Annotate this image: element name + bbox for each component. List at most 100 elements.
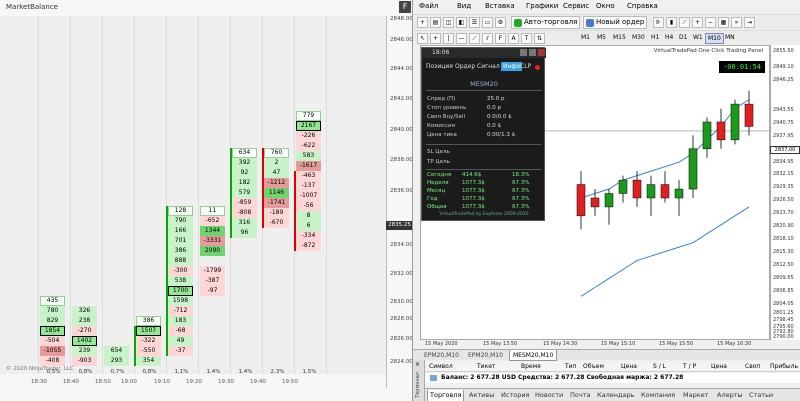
footprint-cell: 579: [232, 188, 257, 198]
tab-mailbox[interactable]: Почта: [568, 390, 592, 401]
balance-row: Баланс: 2 677.28 USD Средства: 2 677.28 …: [425, 373, 800, 383]
navigator-icon[interactable]: ☰: [469, 17, 480, 28]
tab-news[interactable]: Новости: [533, 390, 565, 401]
footprint-cell: -300: [168, 266, 193, 276]
close-icon[interactable]: [538, 49, 545, 56]
column-header[interactable]: Тип: [565, 362, 577, 372]
timeframe-m30[interactable]: M30: [630, 33, 647, 42]
column-header[interactable]: S / L: [653, 362, 666, 372]
tab-signal[interactable]: Сигнал: [475, 62, 502, 71]
tile-windows-icon[interactable]: ▦: [718, 17, 729, 28]
tab-position[interactable]: Позиция: [424, 62, 455, 71]
column-header[interactable]: Тикет: [477, 362, 495, 372]
timeframe-m5[interactable]: M5: [595, 33, 608, 42]
tab-market[interactable]: Маркет: [681, 390, 710, 401]
timeframe-d1[interactable]: D1: [677, 33, 689, 42]
menu-tools[interactable]: Сервис: [563, 2, 589, 10]
timeframe-m15[interactable]: M15: [611, 33, 628, 42]
autotrading-button[interactable]: Авто-торговля: [511, 16, 581, 29]
chart-tabs: EPM20,M10 EPM20,M10 MESM20,M10: [413, 349, 800, 361]
candlestick-icon[interactable]: ▮: [666, 17, 677, 28]
price-axis[interactable]: 2848.00 2846.00 2844.00 2842.00 2840.00 …: [386, 16, 413, 388]
market-watch-icon[interactable]: ◫: [443, 17, 454, 28]
chart-shift-icon[interactable]: ⇥: [744, 17, 755, 28]
footprint-cell: 1700: [168, 286, 193, 296]
chart-tab[interactable]: EPM20,M10: [465, 350, 506, 361]
column-header[interactable]: Своп: [745, 362, 760, 372]
menu-window[interactable]: Окно: [596, 2, 615, 10]
menu-view[interactable]: Вид: [457, 2, 471, 10]
tab-clp[interactable]: CLP: [518, 62, 533, 71]
menu-file[interactable]: Файл: [419, 2, 438, 10]
autoscroll-icon[interactable]: »: [731, 17, 742, 28]
zoom-out-icon[interactable]: −: [705, 17, 716, 28]
price-label: 2840.00: [390, 127, 413, 133]
volume-percent: 0,8%: [142, 369, 157, 375]
column-header[interactable]: Объем: [583, 362, 604, 372]
footprint-chart[interactable]: 435 780 829 1854 -504 -1055 -408 326 238…: [0, 16, 386, 374]
tab-calendar[interactable]: Календарь: [595, 390, 636, 401]
bullish-candle: [674, 188, 684, 199]
label-icon[interactable]: T: [521, 33, 532, 44]
settings-icon[interactable]: [529, 49, 536, 56]
tab-exposure[interactable]: Активы: [467, 390, 496, 401]
menu-charts[interactable]: Графики: [526, 2, 558, 10]
horizontal-line-icon[interactable]: —: [456, 33, 467, 44]
menu-insert[interactable]: Вставка: [485, 2, 515, 10]
tab-order[interactable]: Ордер: [453, 62, 477, 71]
footprint-cell: -322: [136, 336, 161, 346]
chart-tab-active[interactable]: MESM20,M10: [509, 350, 558, 361]
line-chart-icon[interactable]: ⟋: [679, 17, 690, 28]
terminal-close-icon[interactable]: ×: [415, 361, 420, 368]
timeframe-mn[interactable]: MN: [723, 33, 737, 42]
data-window-icon[interactable]: ◧: [456, 17, 467, 28]
column-header[interactable]: Прибыль: [770, 362, 798, 372]
timeframe-h1[interactable]: H1: [649, 33, 661, 42]
fibonacci-icon[interactable]: F: [495, 33, 506, 44]
price-label: 2842.00: [390, 96, 413, 102]
channel-icon[interactable]: ⫽: [482, 33, 493, 44]
bar-chart-icon[interactable]: ⊪: [653, 17, 664, 28]
footprint-cell: 2167: [296, 121, 321, 131]
crosshair-icon[interactable]: +: [430, 33, 441, 44]
virtual-trade-pad[interactable]: 18:06 Позиция Ордер Сигнал Инфо CLP MESM…: [421, 47, 546, 221]
vertical-line-icon[interactable]: |: [443, 33, 454, 44]
column-header[interactable]: Время: [521, 362, 541, 372]
menu-help[interactable]: Справка: [627, 2, 658, 10]
text-icon[interactable]: A: [508, 33, 519, 44]
timeframe-m1[interactable]: M1: [579, 33, 592, 42]
time-label: 19:20: [186, 379, 202, 385]
column-header[interactable]: T / P: [683, 362, 696, 372]
timeframe-m10-active[interactable]: M10: [705, 33, 724, 44]
column-header[interactable]: Цена: [711, 362, 727, 372]
tab-company[interactable]: Компания: [639, 390, 677, 401]
trendline-icon[interactable]: ⟋: [469, 33, 480, 44]
minimize-icon[interactable]: [520, 49, 527, 56]
tab-alerts[interactable]: Алерты: [715, 390, 745, 401]
zoom-in-icon[interactable]: +: [692, 17, 703, 28]
column-header[interactable]: Символ: [429, 362, 453, 372]
tab-history[interactable]: История: [499, 390, 531, 401]
footprint-cell: 760: [264, 148, 289, 158]
market-balance-window: MarketBalance F 435 780 829 1854 -504 -1…: [0, 0, 413, 401]
profiles-icon[interactable]: ▤: [430, 17, 441, 28]
timeframe-h4[interactable]: H4: [663, 33, 675, 42]
current-price-marker: 2837.00: [770, 146, 800, 154]
menu-bar: Файл Вид Вставка Графики Сервис Окно Спр…: [413, 0, 800, 14]
tab-trade[interactable]: Торговля: [427, 390, 465, 401]
footprint-cell: 780: [40, 306, 65, 316]
timeframe-w1[interactable]: W1: [691, 33, 705, 42]
bearish-candle: [576, 184, 586, 217]
footprint-cell: 779: [296, 111, 321, 121]
column-header[interactable]: Цена: [621, 362, 637, 372]
terminal-icon[interactable]: ▭: [482, 17, 493, 28]
new-chart-icon[interactable]: +: [417, 17, 428, 28]
new-order-button[interactable]: Новый ордер: [583, 16, 648, 29]
cursor-icon[interactable]: ↖: [417, 33, 428, 44]
chart-price-axis[interactable]: 2855.50 2849.10 2846.25 2943.55 2940.75 …: [770, 45, 800, 340]
tab-articles[interactable]: Статьи: [747, 390, 775, 401]
arrows-icon[interactable]: ⇅: [534, 33, 545, 44]
chart-tab[interactable]: EPM20,M10: [421, 350, 462, 361]
tester-icon[interactable]: ⚙: [495, 17, 506, 28]
close-button[interactable]: F: [399, 1, 411, 13]
